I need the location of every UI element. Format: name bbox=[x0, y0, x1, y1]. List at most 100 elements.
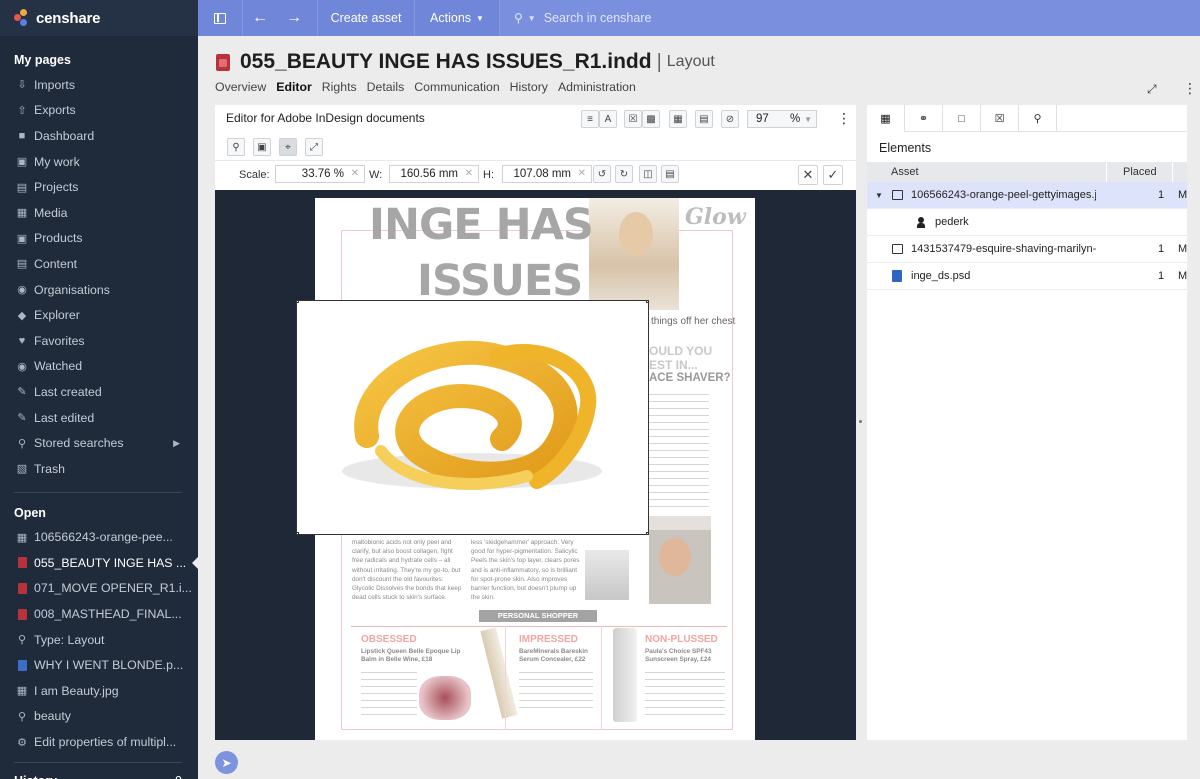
sidebar-item[interactable]: ▦ I am Beauty.jpg bbox=[0, 678, 198, 704]
search-tab-icon[interactable]: ⚲ bbox=[1019, 105, 1057, 132]
tab-communication[interactable]: Communication bbox=[414, 80, 499, 94]
impressed-heading: IMPRESSED bbox=[519, 634, 578, 645]
sidebar-item[interactable]: ▤ Projects bbox=[0, 174, 198, 200]
sidebar-item-label: Organisations bbox=[34, 282, 110, 297]
clipboard-tab-icon[interactable]: □ bbox=[943, 105, 981, 132]
preview-icon[interactable]: ▤ bbox=[695, 110, 713, 128]
sidebar-item-label: Content bbox=[34, 256, 78, 271]
sidebar-item-label: Last created bbox=[34, 384, 102, 399]
indesign-editor: Editor for Adobe InDesign documents ≡ A … bbox=[215, 105, 856, 740]
confirm-icon[interactable]: ✓ bbox=[823, 165, 843, 185]
sidebar-item[interactable]: ⚲ Type: Layout bbox=[0, 627, 198, 653]
search-scope-caret-icon[interactable]: ▼ bbox=[528, 14, 536, 23]
toggle-sidebar-button[interactable] bbox=[198, 0, 242, 36]
sidebar-item[interactable]: ✎ Last created bbox=[0, 379, 198, 405]
sidebar-item[interactable]: ▣ My work bbox=[0, 149, 198, 175]
sidebar-item[interactable]: ⇧ Exports bbox=[0, 98, 198, 124]
selected-image-frame[interactable] bbox=[296, 300, 649, 535]
image-frame-icon[interactable]: ▩ bbox=[642, 110, 660, 128]
global-search[interactable]: ⚲ ▼ Search in censhare bbox=[500, 0, 1200, 36]
sidebar-item[interactable]: ♥ Favorites bbox=[0, 328, 198, 354]
expand-caret-icon[interactable]: ▼ bbox=[873, 191, 885, 200]
width-field[interactable]: 160.56 mm ✕ bbox=[389, 165, 479, 183]
panel-splitter[interactable] bbox=[859, 420, 862, 423]
table-row[interactable]: 1431537479-esquire-shaving-marilyn-... 1 M bbox=[867, 236, 1187, 263]
headline-2: ISSUES bbox=[417, 256, 583, 306]
search-icon: ⚲ bbox=[17, 634, 27, 647]
document-icon: ▤ bbox=[16, 258, 28, 271]
history-heading: History bbox=[14, 769, 57, 779]
sidebar-item[interactable]: ⇩ Imports bbox=[0, 72, 198, 98]
hide-icon[interactable]: ⊘ bbox=[721, 110, 739, 128]
layout-canvas[interactable]: INGE HAS ISSUES Glow things off her ches… bbox=[215, 190, 856, 740]
cancel-icon[interactable]: ✕ bbox=[798, 165, 818, 185]
sidebar-item[interactable]: ▣ Products bbox=[0, 226, 198, 252]
sidebar-item[interactable]: ▦ Media bbox=[0, 200, 198, 226]
more-options-icon[interactable]: ⋮ bbox=[1183, 80, 1197, 97]
table-row[interactable]: pederk bbox=[867, 209, 1187, 236]
flip-icon[interactable]: ◫ bbox=[639, 165, 657, 183]
editor-more-icon[interactable]: ⋮ bbox=[837, 110, 851, 127]
text-icon[interactable]: A bbox=[599, 110, 617, 128]
sidebar-item[interactable]: ▤ Content bbox=[0, 251, 198, 277]
indesign-file-icon bbox=[216, 53, 230, 71]
rotate-left-icon[interactable]: ↺ bbox=[593, 165, 611, 183]
tab-rights[interactable]: Rights bbox=[322, 80, 357, 94]
sidebar-item[interactable]: ◉ Organisations bbox=[0, 277, 198, 303]
document-name: 055_BEAUTY INGE HAS ISSUES_R1.indd bbox=[240, 50, 652, 73]
sidebar-item[interactable]: ⚲ Stored searches ▶ bbox=[0, 430, 198, 456]
sidebar-item[interactable]: ▧ Trash bbox=[0, 456, 198, 482]
actions-menu-button[interactable]: Actions ▼ bbox=[415, 0, 499, 36]
magazine-cover-image bbox=[649, 516, 711, 604]
app-logo[interactable]: censhare bbox=[0, 0, 198, 36]
sidebar-item[interactable]: 055_BEAUTY INGE HAS ... bbox=[0, 550, 198, 576]
asset-column-header[interactable]: Asset bbox=[867, 162, 1107, 182]
placed-column-header[interactable]: Placed bbox=[1107, 162, 1173, 182]
sidebar-item[interactable]: 071_MOVE OPENER_R1.i... bbox=[0, 576, 198, 602]
pin-button[interactable]: ➤ bbox=[215, 751, 238, 774]
sidebar-item-label: 106566243-orange-pee... bbox=[34, 530, 173, 545]
create-asset-button[interactable]: Create asset bbox=[318, 0, 414, 36]
back-button[interactable]: ← bbox=[243, 0, 277, 36]
sidebar-item[interactable]: WHY I WENT BLONDE.p... bbox=[0, 652, 198, 678]
sidebar-item[interactable]: ▦ 106566243-orange-pee... bbox=[0, 525, 198, 551]
fullscreen-icon[interactable]: ⤢ bbox=[1147, 82, 1157, 97]
document-type: Layout bbox=[666, 53, 715, 70]
tab-administration[interactable]: Administration bbox=[558, 80, 636, 94]
sidebar-item[interactable]: ◆ Explorer bbox=[0, 302, 198, 328]
frames-tab-icon[interactable]: ☒ bbox=[981, 105, 1019, 132]
sidebar-item[interactable]: ◉ Watched bbox=[0, 354, 198, 380]
scale-field[interactable]: 33.76 % ✕ bbox=[275, 165, 365, 183]
place-icon[interactable]: ▦ bbox=[669, 110, 687, 128]
expand-icon[interactable]: ⤢ bbox=[305, 138, 323, 156]
table-row[interactable]: inge_ds.psd 1 M bbox=[867, 263, 1187, 290]
height-field[interactable]: 107.08 mm ✕ bbox=[502, 165, 592, 183]
caret-down-icon: ▼ bbox=[476, 13, 484, 23]
tab-history[interactable]: History bbox=[510, 80, 548, 94]
sidebar-item[interactable]: ■ Dashboard bbox=[0, 123, 198, 149]
placed-count: 1 bbox=[1158, 189, 1165, 201]
elements-tab-icon[interactable]: ▦ bbox=[867, 105, 905, 132]
zoom-unit: % bbox=[790, 113, 801, 125]
tab-details[interactable]: Details bbox=[367, 80, 405, 94]
zoom-select[interactable]: 97 % ▼ bbox=[747, 110, 817, 128]
tab-overview[interactable]: Overview bbox=[215, 80, 266, 94]
sidebar-item[interactable]: 008_MASTHEAD_FINAL... bbox=[0, 601, 198, 627]
zoom-search-icon[interactable]: ⚲ bbox=[227, 138, 245, 156]
sidebar-item[interactable]: ⚲ beauty bbox=[0, 704, 198, 730]
panel-tabs: ▦ ⚭ □ ☒ ⚲ bbox=[867, 105, 1187, 132]
sidebar-divider bbox=[14, 491, 182, 493]
fit-icon[interactable]: ▣ bbox=[253, 138, 271, 156]
tab-editor[interactable]: Editor bbox=[276, 80, 312, 94]
table-row[interactable]: ▼ 106566243-orange-peel-gettyimages.j... 1… bbox=[867, 182, 1187, 209]
frame-icon[interactable]: ☒ bbox=[624, 110, 642, 128]
forward-button[interactable]: → bbox=[277, 0, 311, 36]
links-tab-icon[interactable]: ⚭ bbox=[905, 105, 943, 132]
align-icon[interactable]: ≡ bbox=[581, 110, 599, 128]
fit-frame-icon[interactable]: ▤ bbox=[661, 165, 679, 183]
search-input[interactable]: Search in censhare bbox=[544, 11, 652, 25]
rotate-right-icon[interactable]: ↻ bbox=[615, 165, 633, 183]
sidebar-item[interactable]: ⚙ Edit properties of multipl... bbox=[0, 729, 198, 755]
sidebar-item[interactable]: ✎ Last edited bbox=[0, 405, 198, 431]
crop-icon[interactable]: ⌖ bbox=[279, 138, 297, 156]
